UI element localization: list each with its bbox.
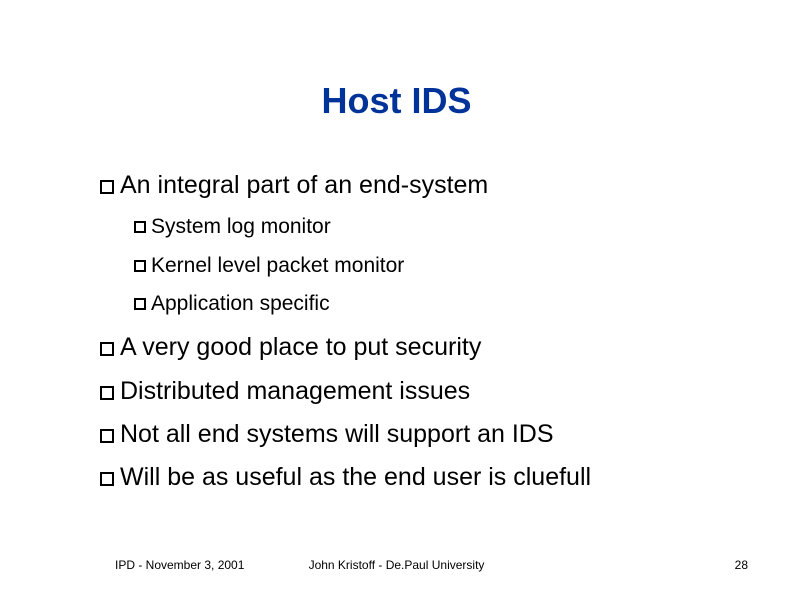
bullet-item: Not all end systems will support an IDS: [100, 419, 753, 450]
bullet-item: A very good place to put security: [100, 332, 753, 363]
bullet-marker-icon: [134, 260, 146, 272]
bullet-text: A very good place to put security: [120, 333, 481, 361]
sub-bullet-text: Kernel level packet monitor: [151, 254, 404, 277]
bullet-text: Not all end systems will support an IDS: [120, 420, 554, 448]
bullet-marker-icon: [100, 386, 114, 400]
bullet-marker-icon: [134, 298, 146, 310]
bullet-item: Distributed management issues: [100, 376, 753, 407]
footer-page-number: 28: [735, 558, 748, 572]
sub-bullet-text: Application specific: [151, 292, 330, 315]
bullet-marker-icon: [100, 429, 114, 443]
bullet-marker-icon: [100, 180, 114, 194]
bullet-text: Will be as useful as the end user is clu…: [120, 463, 591, 491]
slide-body: An integral part of an end-system System…: [100, 170, 753, 505]
sub-bullet-item: System log monitor: [134, 213, 753, 241]
sub-bullet-text: System log monitor: [151, 215, 331, 238]
slide: Host IDS An integral part of an end-syst…: [0, 0, 793, 596]
bullet-marker-icon: [134, 221, 146, 233]
bullet-text: Distributed management issues: [120, 377, 470, 405]
bullet-item: Will be as useful as the end user is clu…: [100, 462, 753, 493]
bullet-marker-icon: [100, 342, 114, 356]
bullet-item: An integral part of an end-system: [100, 170, 753, 201]
slide-title: Host IDS: [0, 80, 793, 122]
bullet-marker-icon: [100, 472, 114, 486]
sub-bullet-item: Application specific: [134, 290, 753, 318]
sub-bullet-item: Kernel level packet monitor: [134, 252, 753, 280]
footer-author: John Kristoff - De.Paul University: [0, 558, 793, 572]
sub-bullet-list: System log monitor Kernel level packet m…: [100, 213, 753, 318]
bullet-text: An integral part of an end-system: [120, 171, 488, 199]
